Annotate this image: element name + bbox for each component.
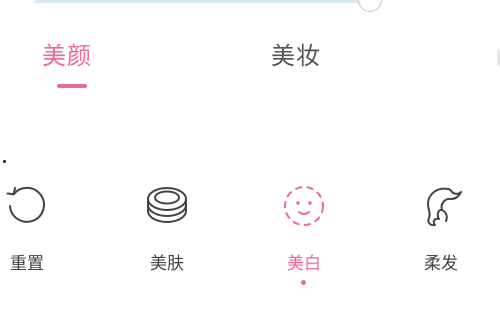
tool-skin-label: 美肤 xyxy=(150,254,184,274)
slider-thumb[interactable] xyxy=(358,0,382,12)
tool-whitening[interactable]: 美白 xyxy=(264,183,344,293)
tool-skin[interactable]: 美肤 xyxy=(127,183,207,293)
tool-reset-label: 重置 xyxy=(10,254,44,274)
tab-active-indicator xyxy=(57,84,87,88)
tool-hair-label: 柔发 xyxy=(424,254,458,274)
slider-track[interactable] xyxy=(34,0,376,3)
tab-makeup[interactable]: 美妆 xyxy=(271,40,321,72)
hair-icon xyxy=(427,187,462,227)
selected-dot xyxy=(301,280,306,285)
face-icon xyxy=(284,186,324,226)
tool-hair[interactable]: 柔发 xyxy=(401,183,481,293)
compact-icon xyxy=(147,187,187,223)
tab-beauty[interactable]: 美颜 xyxy=(42,40,92,72)
reset-icon xyxy=(6,186,45,223)
tool-whitening-label: 美白 xyxy=(287,254,321,274)
dot-mark xyxy=(3,160,6,163)
tool-reset[interactable]: 重置 xyxy=(0,183,67,293)
